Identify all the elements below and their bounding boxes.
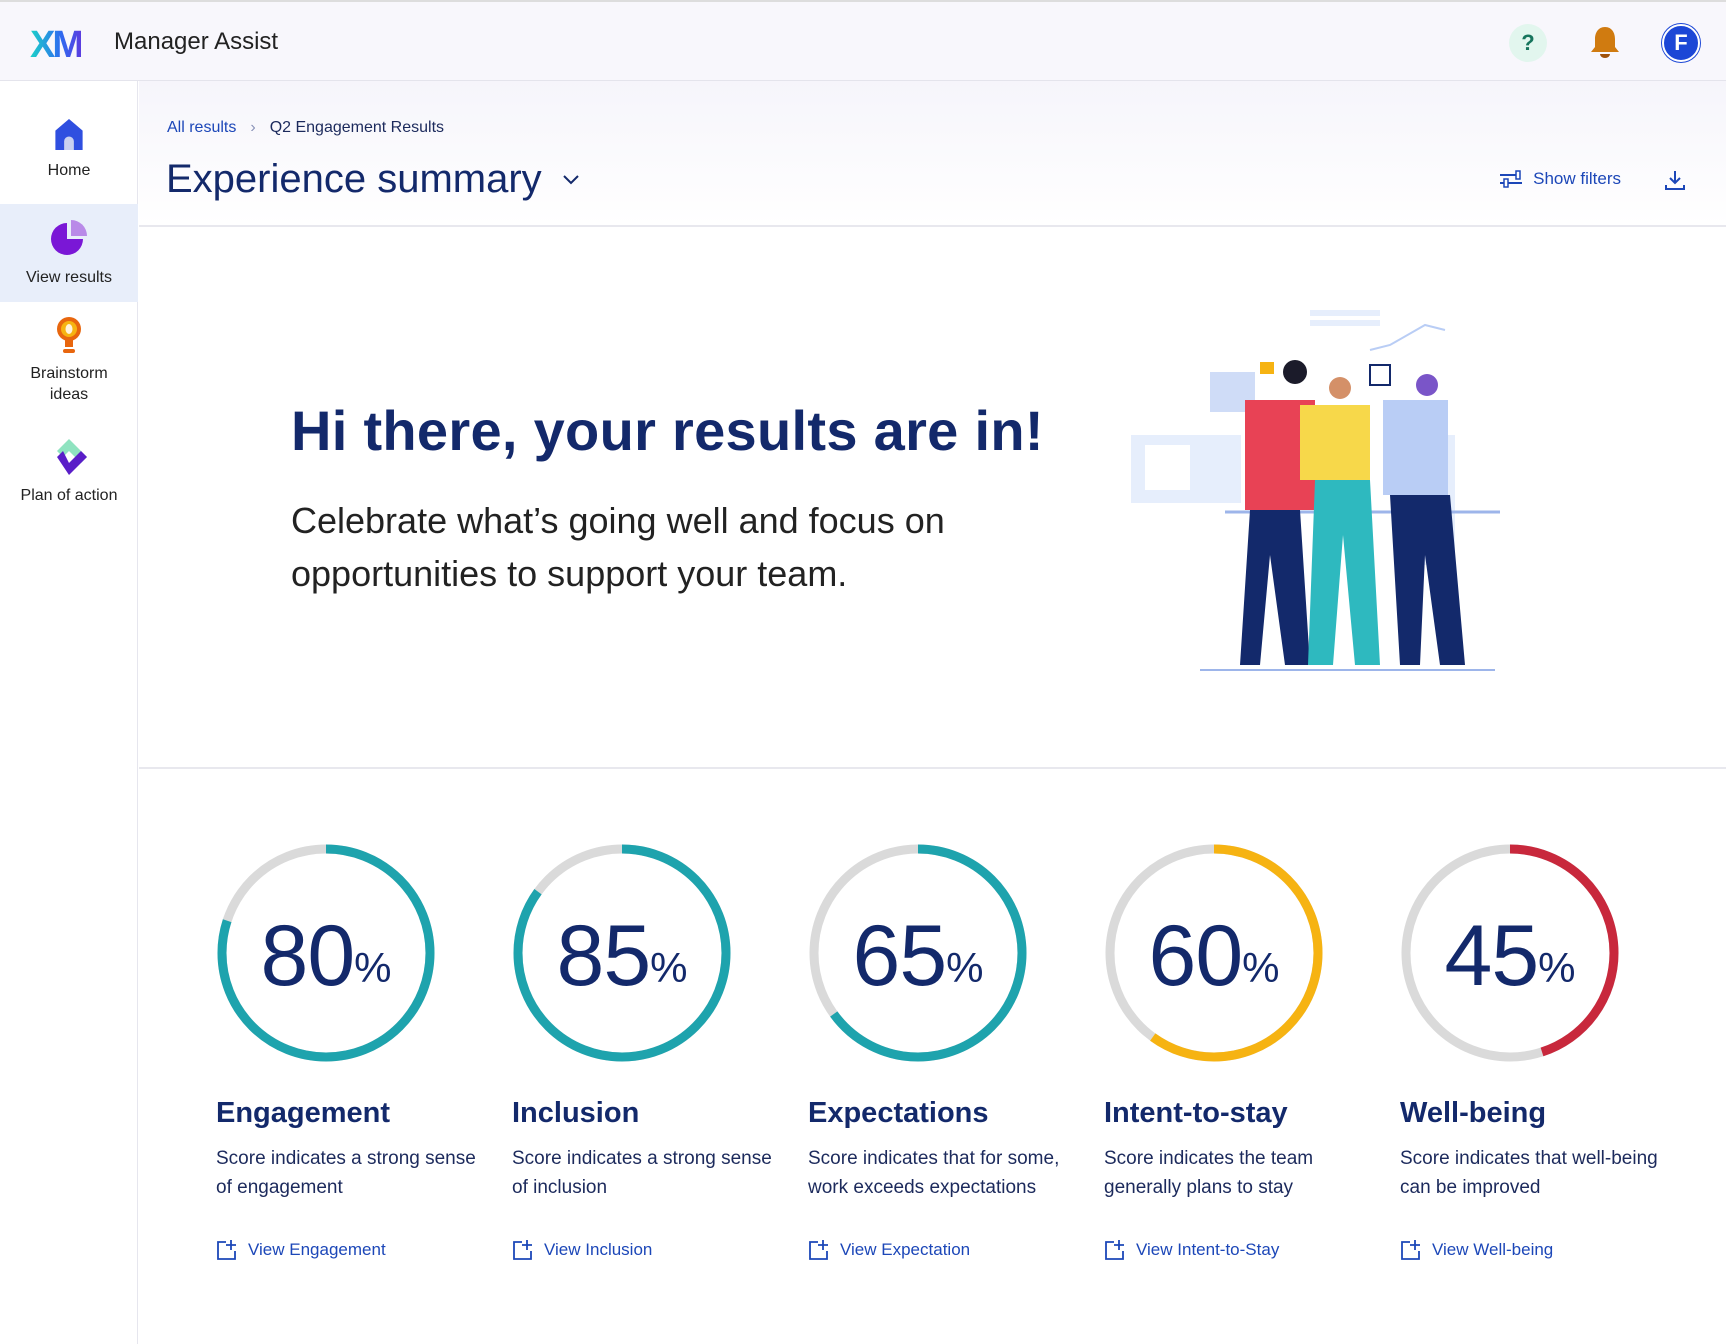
open-add-icon bbox=[217, 1240, 236, 1260]
percent-sign: % bbox=[354, 944, 392, 991]
open-add-icon bbox=[1105, 1240, 1124, 1260]
score-ring: 85% bbox=[512, 843, 732, 1063]
pie-chart-icon bbox=[51, 220, 87, 255]
chevron-down-icon bbox=[562, 174, 579, 184]
hero-title: Hi there, your results are in! bbox=[291, 399, 1044, 462]
metric-title: Well-being bbox=[1400, 1097, 1547, 1129]
breadcrumb: All results › Q2 Engagement Results bbox=[167, 119, 444, 137]
view-inclusion-link[interactable]: View Inclusion bbox=[512, 1239, 652, 1261]
metric-title: Expectations bbox=[808, 1097, 989, 1129]
download-icon[interactable] bbox=[1664, 169, 1686, 191]
sidebar-item-view-results[interactable]: View results bbox=[0, 204, 138, 302]
app-title: Manager Assist bbox=[114, 28, 279, 55]
view-link-label: View Intent-to-Stay bbox=[1136, 1240, 1280, 1259]
sidebar: Home View results Brainstorm ideas Plan … bbox=[0, 81, 138, 1344]
metric-card-inclusion: 85% Inclusion Score indicates a strong s… bbox=[512, 843, 772, 1260]
sidebar-item-label: Plan of action bbox=[20, 487, 118, 504]
diamond-icon bbox=[57, 439, 87, 475]
top-bar: XM Manager Assist ? F bbox=[0, 0, 1726, 81]
score-ring: 45% bbox=[1400, 843, 1620, 1063]
sidebar-item-label: View results bbox=[26, 269, 112, 286]
metric-title: Engagement bbox=[216, 1097, 391, 1129]
metric-title: Inclusion bbox=[512, 1097, 640, 1129]
avatar[interactable]: F bbox=[1662, 24, 1700, 62]
percent-sign: % bbox=[1242, 944, 1280, 991]
score-number: 80 bbox=[260, 907, 355, 1004]
score-number: 65 bbox=[852, 907, 947, 1004]
view-link-label: View Inclusion bbox=[544, 1240, 653, 1259]
help-question-icon[interactable]: ? bbox=[1509, 24, 1547, 62]
show-filters-label: Show filters bbox=[1533, 169, 1621, 188]
metric-description: Score indicates the team generally plans… bbox=[1104, 1148, 1314, 1198]
score-value: 80% bbox=[216, 843, 436, 1063]
percent-sign: % bbox=[946, 944, 984, 991]
chevron-right-icon: › bbox=[250, 119, 256, 136]
view-expectations-link[interactable]: View Expectation bbox=[808, 1239, 970, 1261]
page-title: Experience summary bbox=[166, 157, 542, 201]
open-add-icon bbox=[1401, 1240, 1420, 1260]
score-number: 45 bbox=[1444, 907, 1539, 1004]
open-add-icon bbox=[809, 1240, 828, 1260]
score-value: 45% bbox=[1400, 843, 1620, 1063]
page-header: All results › Q2 Engagement Results Expe… bbox=[139, 81, 1726, 227]
metric-card-engagement: 80% Engagement Score indicates a strong … bbox=[216, 843, 476, 1260]
view-engagement-link[interactable]: View Engagement bbox=[216, 1239, 386, 1261]
sidebar-item-plan-of-action[interactable]: Plan of action bbox=[0, 437, 138, 517]
page-title-dropdown[interactable]: Experience summary bbox=[166, 157, 580, 202]
breadcrumb-current: Q2 Engagement Results bbox=[269, 119, 445, 136]
open-add-icon bbox=[513, 1240, 532, 1260]
metric-title: Intent-to-stay bbox=[1104, 1097, 1288, 1129]
bell-icon[interactable] bbox=[1586, 24, 1624, 62]
view-intent-to-stay-link[interactable]: View Intent-to-Stay bbox=[1104, 1239, 1279, 1261]
breadcrumb-all-results[interactable]: All results bbox=[167, 119, 236, 137]
score-value: 65% bbox=[808, 843, 1028, 1063]
view-link-label: View Well-being bbox=[1432, 1240, 1554, 1259]
view-link-label: View Engagement bbox=[248, 1240, 386, 1259]
sidebar-item-home[interactable]: Home bbox=[0, 117, 138, 181]
score-value: 60% bbox=[1104, 843, 1324, 1063]
metric-card-well-being: 45% Well-being Score indicates that well… bbox=[1400, 843, 1660, 1260]
score-value: 85% bbox=[512, 843, 732, 1063]
home-icon bbox=[55, 118, 83, 151]
sidebar-item-label: Home bbox=[47, 162, 91, 179]
score-number: 85 bbox=[556, 907, 651, 1004]
metric-description: Score indicates that for some, work exce… bbox=[808, 1148, 1060, 1198]
sidebar-item-brainstorm-ideas[interactable]: Brainstorm ideas bbox=[0, 315, 138, 415]
view-link-label: View Expectation bbox=[840, 1240, 971, 1259]
metric-description: Score indicates a strong sense of engage… bbox=[216, 1148, 476, 1198]
metric-card-expectations: 65% Expectations Score indicates that fo… bbox=[808, 843, 1068, 1260]
show-filters-button[interactable]: Show filters bbox=[1499, 169, 1621, 189]
hero-subtitle: Celebrate what’s going well and focus on… bbox=[291, 500, 945, 594]
score-number: 60 bbox=[1148, 907, 1243, 1004]
score-ring: 80% bbox=[216, 843, 436, 1063]
percent-sign: % bbox=[650, 944, 688, 991]
metric-description: Score indicates a strong sense of inclus… bbox=[512, 1148, 772, 1198]
score-ring: 60% bbox=[1104, 843, 1324, 1063]
metric-description: Score indicates that well-being can be i… bbox=[1400, 1148, 1658, 1198]
lightbulb-icon bbox=[57, 317, 81, 353]
metric-card-intent-to-stay: 60% Intent-to-stay Score indicates the t… bbox=[1104, 843, 1364, 1260]
view-well-being-link[interactable]: View Well-being bbox=[1400, 1239, 1553, 1261]
sidebar-item-label: Brainstorm ideas bbox=[30, 365, 108, 403]
team-illustration bbox=[1131, 310, 1500, 671]
score-ring: 65% bbox=[808, 843, 1028, 1063]
section-divider bbox=[139, 767, 1726, 769]
filter-sliders-icon bbox=[1500, 170, 1523, 188]
xm-logo[interactable]: XM bbox=[30, 24, 84, 67]
percent-sign: % bbox=[1538, 944, 1576, 991]
